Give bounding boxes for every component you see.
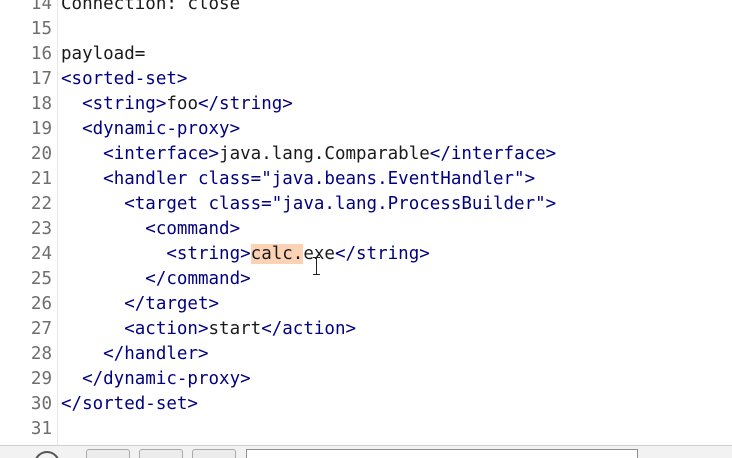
line-number: 23 (30, 219, 52, 239)
line-text[interactable]: <string>calc.exe</string> (61, 242, 430, 267)
line-number: 20 (30, 144, 52, 164)
line-text[interactable]: </sorted-set> (61, 392, 198, 417)
line-number: 28 (30, 344, 52, 364)
line-text[interactable]: <command> (61, 217, 240, 242)
code-line[interactable]: 30 </sorted-set> (0, 392, 732, 417)
xml-text: payload= (61, 44, 146, 64)
code-line[interactable]: 14 Connection: close (0, 0, 732, 17)
line-text[interactable]: <handler class="java.beans.EventHandler"… (61, 167, 535, 192)
line-number: 30 (30, 394, 52, 414)
selected-text: calc. (250, 244, 304, 264)
xml-text: start (208, 319, 262, 339)
xml-tag: </sorted-set> (61, 394, 198, 414)
xml-tag: </string> (197, 94, 293, 114)
line-number: 19 (30, 119, 52, 139)
code-line[interactable]: 19 <dynamic-proxy> (0, 117, 732, 142)
line-number: 24 (30, 244, 52, 264)
xml-text: java.lang.Comparable (219, 144, 430, 164)
xml-tag: <handler class="java.beans.EventHandler"… (103, 169, 536, 189)
line-number: 26 (30, 294, 52, 314)
line-number: 15 (30, 19, 52, 39)
code-line[interactable]: 25 </command> (0, 267, 732, 292)
code-line[interactable]: 17 <sorted-set> (0, 67, 732, 92)
line-number: 25 (30, 269, 52, 289)
xml-tag: </handler> (103, 344, 209, 364)
xml-tag: <sorted-set> (61, 69, 188, 89)
line-text[interactable]: </handler> (61, 342, 209, 367)
line-number: 18 (30, 94, 52, 114)
line-number: 31 (30, 419, 52, 439)
text-cursor-icon (312, 257, 322, 275)
line-number: 17 (30, 69, 52, 89)
line-text[interactable]: <action>start</action> (61, 317, 356, 342)
code-line[interactable]: 18 <string>foo</string> (0, 92, 732, 117)
code-line[interactable]: 27 <action>start</action> (0, 317, 732, 342)
code-line[interactable]: 16 payload= (0, 42, 732, 67)
code-line[interactable]: 24 <string>calc.exe</string> (0, 242, 732, 267)
line-text[interactable]: <target class="java.lang.ProcessBuilder"… (61, 192, 556, 217)
xml-tag: <string> (82, 94, 167, 114)
line-text[interactable]: </dynamic-proxy> (61, 367, 251, 392)
search-input[interactable] (246, 449, 638, 458)
line-text[interactable]: </target> (61, 292, 219, 317)
settings-button[interactable] (86, 449, 130, 458)
code-line[interactable]: 21 <handler class="java.beans.EventHandl… (0, 167, 732, 192)
xml-tag: </action> (261, 319, 357, 339)
line-text[interactable]: <interface>java.lang.Comparable</interfa… (61, 142, 556, 167)
previous-match-button[interactable] (139, 449, 183, 458)
xml-tag: </dynamic-proxy> (82, 369, 251, 389)
code-line[interactable]: 22 <target class="java.lang.ProcessBuild… (0, 192, 732, 217)
xml-tag: <command> (145, 219, 241, 239)
xml-tag: <target class="java.lang.ProcessBuilder"… (124, 194, 557, 214)
line-number: 29 (30, 369, 52, 389)
line-number: 14 (30, 0, 52, 14)
code-line[interactable]: 28 </handler> (0, 342, 732, 367)
code-line[interactable]: 26 </target> (0, 292, 732, 317)
xml-tag: </target> (124, 294, 220, 314)
line-number: 27 (30, 319, 52, 339)
next-match-button[interactable] (192, 449, 236, 458)
line-text[interactable]: Connection: close (61, 0, 240, 17)
code-line[interactable]: 31 (0, 417, 732, 442)
line-number: 21 (30, 169, 52, 189)
line-text[interactable]: <string>foo</string> (61, 92, 293, 117)
xml-tag: <interface> (103, 144, 220, 164)
xml-tag: <dynamic-proxy> (82, 119, 241, 139)
code-line[interactable]: 23 <command> (0, 217, 732, 242)
line-text[interactable]: </command> (61, 267, 251, 292)
request-editor[interactable]: 14 Connection: close 15 16 payload= 17 <sorted… (0, 0, 732, 458)
line-text[interactable]: <dynamic-proxy> (61, 117, 240, 142)
xml-tag: </string> (334, 244, 430, 264)
line-number: 16 (30, 44, 52, 64)
code-line[interactable]: 29 </dynamic-proxy> (0, 367, 732, 392)
xml-text: Connection: close (61, 0, 241, 14)
xml-tag: <string> (166, 244, 251, 264)
code-lines[interactable]: 14 Connection: close 15 16 payload= 17 <sorted… (0, 0, 732, 442)
xml-text: foo (166, 94, 198, 114)
line-text[interactable]: <sorted-set> (61, 67, 187, 92)
xml-tag: </command> (145, 269, 251, 289)
code-line[interactable]: 20 <interface>java.lang.Comparable</inte… (0, 142, 732, 167)
line-text[interactable]: payload= (61, 42, 145, 67)
xml-tag: </interface> (429, 144, 557, 164)
line-number: 22 (30, 194, 52, 214)
xml-tag: <action> (124, 319, 209, 339)
code-line[interactable]: 15 (0, 17, 732, 42)
